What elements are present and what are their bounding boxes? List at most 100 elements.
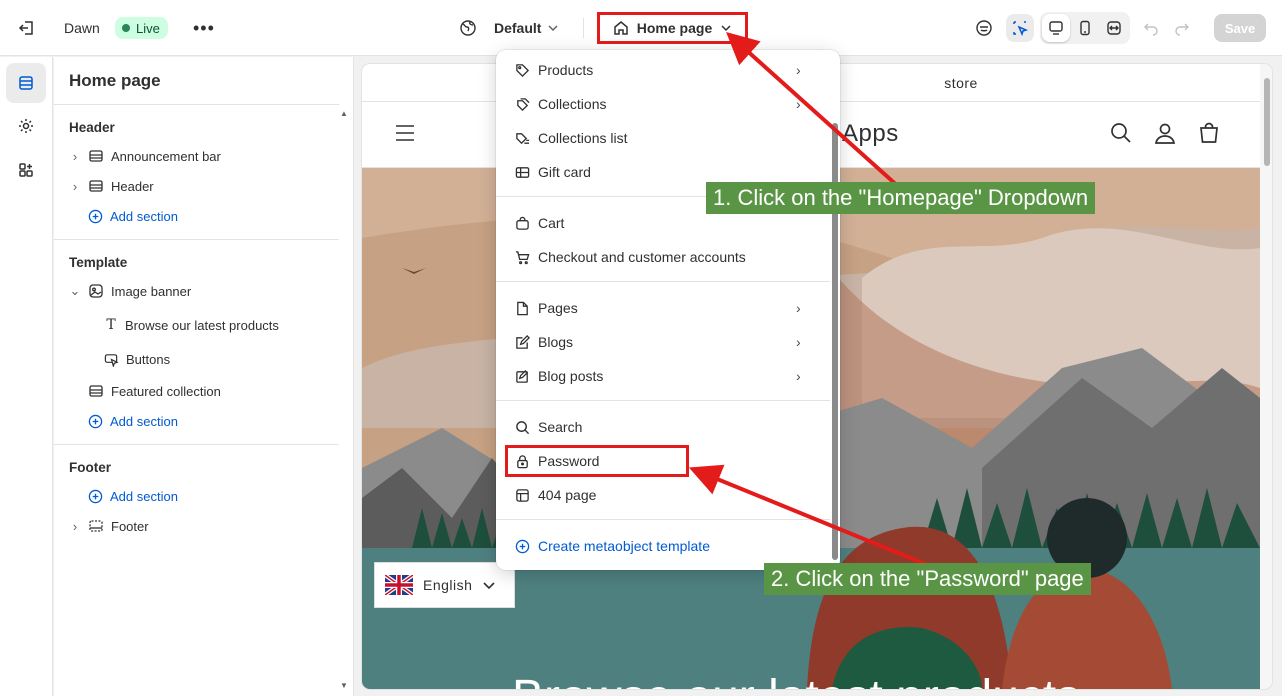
menu-item-checkout[interactable]: Checkout and customer accounts	[496, 240, 830, 274]
sidebar-item-header[interactable]: › Header	[69, 172, 154, 200]
checkout-icon	[514, 249, 530, 265]
divider	[54, 104, 339, 105]
sidebar-item-featured-collection[interactable]: Featured collection	[88, 377, 221, 405]
divider	[496, 281, 830, 282]
sidebar-title: Home page	[69, 71, 161, 90]
store-logo[interactable]: Apps	[842, 120, 899, 148]
section-icon	[89, 385, 103, 397]
live-label: Live	[136, 20, 160, 36]
add-section-label: Add section	[110, 208, 178, 224]
settings-gear-icon[interactable]	[6, 106, 46, 146]
page-icon	[514, 300, 530, 316]
sidebar-item-announcement-bar[interactable]: › Announcement bar	[69, 142, 221, 170]
menu-item-label: Products	[538, 62, 594, 78]
redo-icon[interactable]	[1168, 14, 1196, 42]
home-icon	[614, 21, 628, 35]
account-icon[interactable]	[1154, 122, 1176, 144]
cart-icon[interactable]	[1198, 122, 1220, 144]
section-icon	[89, 150, 103, 162]
ai-assistant-icon[interactable]	[970, 14, 998, 42]
button-cursor-icon	[104, 353, 119, 367]
menu-item-label: Cart	[538, 215, 565, 231]
sidebar-item-footer[interactable]: › Footer	[69, 512, 149, 540]
theme-label: Default	[494, 20, 542, 36]
divider	[54, 444, 339, 445]
404-icon	[514, 487, 530, 503]
menu-item-search[interactable]: Search	[496, 410, 830, 444]
theme-select[interactable]: Default	[494, 0, 559, 56]
fullscreen-icon[interactable]	[1100, 14, 1128, 42]
scroll-down-icon[interactable]: ▼	[340, 681, 348, 690]
language-label: English	[423, 577, 473, 593]
text-icon: T	[106, 317, 116, 333]
plus-circle-icon	[88, 414, 103, 428]
plus-circle-icon	[88, 489, 103, 503]
divider	[496, 400, 830, 401]
menu-item-blogs[interactable]: Blogs ›	[496, 325, 830, 359]
inspector-icon[interactable]	[1006, 14, 1034, 42]
page-template-label: Home page	[636, 20, 713, 36]
language-selector[interactable]: English	[374, 562, 515, 608]
banner-heading: Browse our latest products	[512, 670, 1080, 689]
menu-item-404-page[interactable]: 404 page	[496, 478, 830, 512]
chevron-right-icon: ›	[796, 368, 801, 384]
undo-icon[interactable]	[1137, 14, 1165, 42]
chevron-down-icon[interactable]: ⌄	[69, 283, 81, 299]
chevron-right-icon: ›	[796, 96, 801, 112]
plus-circle-icon	[514, 538, 530, 554]
scroll-up-icon[interactable]: ▲	[340, 109, 348, 118]
sidebar-item-image-banner[interactable]: ⌄ Image banner	[69, 277, 192, 305]
cart-icon	[514, 215, 530, 231]
apps-icon[interactable]	[6, 150, 46, 190]
chevron-right-icon[interactable]: ›	[69, 179, 81, 194]
sidebar-item-buttons-block[interactable]: Buttons	[104, 345, 170, 373]
menu-item-collections-list[interactable]: Collections list	[496, 121, 830, 155]
chevron-right-icon: ›	[796, 62, 801, 78]
chevron-right-icon[interactable]: ›	[69, 149, 81, 164]
chevron-right-icon: ›	[796, 334, 801, 350]
menu-item-label: 404 page	[538, 487, 597, 503]
page-template-menu: Products › Collections › Collections lis…	[496, 50, 840, 570]
tag-icon	[514, 62, 530, 78]
menu-item-collections[interactable]: Collections ›	[496, 87, 830, 121]
menu-item-products[interactable]: Products ›	[496, 53, 830, 87]
add-section-label: Add section	[110, 413, 178, 429]
exit-icon[interactable]	[18, 0, 40, 56]
page-template-dropdown[interactable]: Home page	[597, 12, 748, 44]
chevron-right-icon[interactable]: ›	[69, 519, 81, 534]
top-bar: Dawn Live ••• Default Home page Save	[0, 0, 1282, 56]
uk-flag-icon	[385, 575, 413, 595]
search-icon[interactable]	[1110, 122, 1132, 144]
menu-item-pages[interactable]: Pages ›	[496, 291, 830, 325]
menu-icon[interactable]	[395, 124, 415, 142]
add-section-template-button[interactable]: Add section	[88, 407, 178, 435]
add-section-footer-button[interactable]: Add section	[88, 482, 178, 510]
sidebar-item-label: Announcement bar	[111, 148, 221, 164]
save-button[interactable]: Save	[1214, 14, 1266, 42]
sections-sidebar: Home page ▲ Header › Announcement bar › …	[54, 57, 354, 696]
menu-item-label: Collections list	[538, 130, 628, 146]
sidebar-item-label: Header	[111, 178, 154, 194]
preview-scrollbar-thumb[interactable]	[1264, 78, 1270, 166]
menu-item-blog-posts[interactable]: Blog posts ›	[496, 359, 830, 393]
sections-icon[interactable]	[6, 63, 46, 103]
menu-item-label: Pages	[538, 300, 578, 316]
search-icon	[514, 419, 530, 435]
group-header-title: Header	[69, 120, 115, 135]
desktop-view-icon[interactable]	[1042, 14, 1070, 42]
mobile-view-icon[interactable]	[1071, 14, 1099, 42]
gift-card-icon	[514, 164, 530, 180]
add-section-label: Add section	[110, 488, 178, 504]
sidebar-item-heading-block[interactable]: T Browse our latest products	[104, 311, 279, 339]
menu-item-label: Checkout and customer accounts	[538, 249, 746, 265]
more-actions-button[interactable]: •••	[193, 0, 215, 56]
create-metaobject-template-button[interactable]: Create metaobject template	[496, 529, 830, 563]
live-status-badge: Live	[115, 17, 168, 39]
menu-item-label: Search	[538, 419, 583, 435]
globe-icon[interactable]	[459, 0, 477, 56]
chevron-down-icon	[721, 25, 731, 32]
annotation-step-1: 1. Click on the "Homepage" Dropdown	[706, 182, 1096, 214]
announcement-text: store	[944, 74, 978, 91]
add-section-header-button[interactable]: Add section	[88, 202, 178, 230]
section-icon	[89, 180, 103, 192]
